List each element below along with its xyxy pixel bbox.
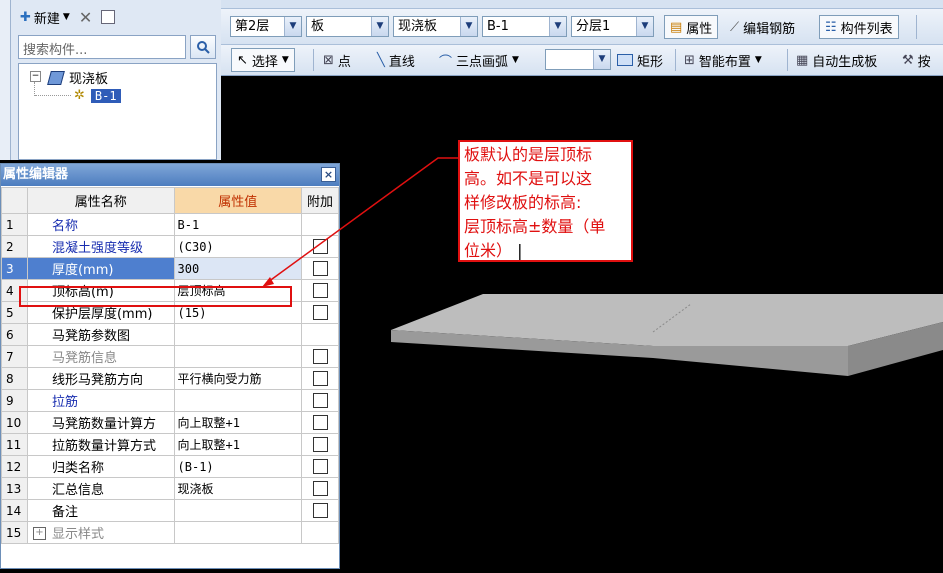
annotation-arrow xyxy=(262,157,458,287)
